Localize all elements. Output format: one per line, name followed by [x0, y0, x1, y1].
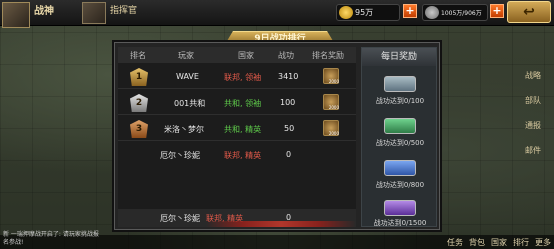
daily-reward-label: 战功达到0/1500: [373, 219, 427, 227]
table-row[interactable]: 厄尔丶珍妮 联邦, 精英 0: [118, 143, 356, 167]
chat-box[interactable]: 新 一瑞押摩战开启了: 请玩家挑战报 名参战!: [3, 231, 123, 247]
header-country: 国家: [238, 51, 254, 60]
tab-rank[interactable]: 排行: [510, 227, 532, 249]
add-resource-button[interactable]: +: [490, 4, 504, 18]
row-merit: 100: [280, 98, 296, 107]
chest-grey-icon[interactable]: [384, 76, 416, 92]
reward-amount: 2000: [328, 105, 339, 110]
top-bar: 战神 指挥官 95万 + 1005万/906万 + ↩: [0, 0, 554, 28]
chat-line-1: 新 一瑞押摩战开启了: 请玩家挑战报: [3, 231, 99, 238]
commander-avatar[interactable]: [82, 2, 106, 24]
reward-amount: 2000: [328, 131, 339, 136]
leaderboard-header: 排名 玩家 国家 战功 排名奖励: [118, 47, 356, 63]
row-player: 001共和: [174, 99, 206, 108]
header-merit: 战功: [278, 51, 294, 60]
chat-line-2: 名参战!: [3, 239, 24, 246]
chest-blue-icon[interactable]: [384, 160, 416, 176]
daily-reward-label: 战功达到0/100: [375, 97, 425, 105]
daily-reward-label: 战功达到0/800: [375, 181, 425, 189]
table-row[interactable]: 1 WAVE 联邦, 领袖 3410 2000: [118, 65, 356, 89]
daily-reward-panel: 每日奖励 战功达到0/100 战功达到0/500 战功达到0/800 战功达到0…: [361, 47, 437, 227]
row-merit: 3410: [278, 72, 299, 81]
reward-medal-icon[interactable]: 2000: [323, 120, 339, 136]
chest-purple-icon[interactable]: [384, 200, 416, 216]
header-rank: 排名: [130, 51, 146, 60]
side-button-report[interactable]: 通报: [518, 120, 548, 131]
table-row[interactable]: 3 米洛丶梦尔 共和, 精英 50 2000: [118, 117, 356, 141]
war-god-label: 战神: [34, 6, 54, 17]
back-arrow-icon: ↩: [523, 4, 535, 20]
add-gold-button[interactable]: +: [403, 4, 417, 18]
rank-badge-gold-icon: 1: [130, 68, 148, 86]
side-button-strategy[interactable]: 战略: [518, 70, 548, 81]
highlight-strip: [206, 221, 356, 227]
row-merit: 0: [286, 150, 292, 159]
rank-badge-bronze-icon: 3: [130, 120, 148, 138]
row-country: 共和, 领袖: [224, 99, 262, 108]
reward-amount: 2000: [328, 79, 339, 84]
row-country: 联邦, 领袖: [224, 73, 262, 82]
header-reward: 排名奖励: [312, 51, 344, 60]
gold-coin-icon: [339, 6, 353, 19]
tab-country[interactable]: 国家: [488, 227, 510, 249]
bottom-tabs: 任务 背包 国家 排行 更多: [444, 227, 554, 249]
row-country: 共和, 精英: [224, 125, 262, 134]
self-player: 厄尔丶珍妮: [160, 214, 200, 223]
resource-icon: [425, 6, 439, 19]
tab-more[interactable]: 更多: [532, 227, 554, 249]
player-avatar[interactable]: [2, 2, 30, 28]
rank-badge-silver-icon: 2: [130, 94, 148, 112]
row-player: 厄尔丶珍妮: [160, 151, 200, 160]
back-button[interactable]: ↩: [507, 1, 551, 23]
reward-medal-icon[interactable]: 2000: [323, 68, 339, 84]
gold-value: 95万: [355, 8, 374, 17]
row-player: WAVE: [176, 72, 199, 81]
tab-task[interactable]: 任务: [444, 227, 466, 249]
header-player: 玩家: [178, 51, 194, 60]
gold-display: 95万: [336, 4, 400, 21]
right-side-menu: 战略 部队 通报 邮件: [518, 70, 548, 170]
resource-value: 1005万/906万: [441, 10, 482, 17]
row-country: 联邦, 精英: [224, 151, 262, 160]
daily-reward-title: 每日奖励: [362, 48, 436, 66]
table-row[interactable]: 2 001共和 共和, 领袖 100 2000: [118, 91, 356, 115]
side-button-troops[interactable]: 部队: [518, 95, 548, 106]
daily-reward-label: 战功达到0/500: [375, 139, 425, 147]
chest-green-icon[interactable]: [384, 118, 416, 134]
reward-medal-icon[interactable]: 2000: [323, 94, 339, 110]
resource-display: 1005万/906万: [422, 4, 488, 21]
side-button-mail[interactable]: 邮件: [518, 145, 548, 156]
ranking-dialog: 排名 玩家 国家 战功 排名奖励 1 WAVE 联邦, 领袖 3410 2000…: [114, 42, 440, 230]
row-player: 米洛丶梦尔: [164, 125, 204, 134]
leaderboard: 排名 玩家 国家 战功 排名奖励 1 WAVE 联邦, 领袖 3410 2000…: [118, 47, 356, 227]
commander-label: 指挥官: [110, 6, 138, 16]
row-merit: 50: [284, 124, 295, 133]
tab-bag[interactable]: 背包: [466, 227, 488, 249]
